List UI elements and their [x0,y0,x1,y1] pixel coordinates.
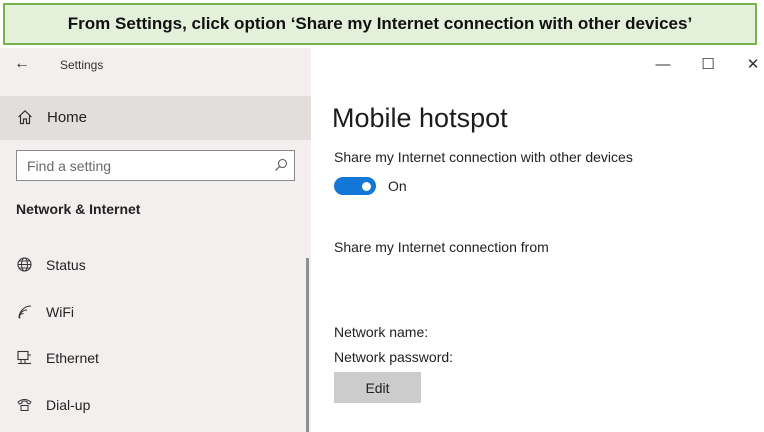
sidebar-item-ethernet[interactable]: Ethernet [0,339,305,379]
search-icon[interactable] [274,158,288,172]
sidebar-item-label: Ethernet [46,350,99,366]
edit-button[interactable]: Edit [334,372,421,403]
network-name-label: Network name: [334,324,429,340]
title-bar: ← Settings [0,48,311,82]
toggle-state-label: On [388,178,407,194]
sidebar-item-label: WiFi [46,304,74,320]
back-arrow-icon[interactable]: ← [14,55,30,73]
page-title: Mobile hotspot [332,103,508,133]
instruction-text: From Settings, click option ‘Share my In… [67,14,693,33]
dialup-icon [17,399,32,411]
search-input[interactable] [27,157,267,175]
toggle-knob [362,182,371,191]
share-connection-label: Share my Internet connection with other … [334,149,633,165]
sidebar-item-status[interactable]: Status [0,246,305,286]
sidebar-item-label: Status [46,257,86,273]
sidebar-item-home[interactable]: Home [0,96,311,140]
maximize-icon[interactable]: ☐ [698,56,718,74]
sidebar-item-dial-up[interactable]: Dial-up [0,386,305,426]
sidebar-scrollbar[interactable] [306,258,309,432]
settings-sidebar: ← Settings Home Network & Internet Statu… [0,48,311,432]
section-title: Network & Internet [16,201,141,217]
main-content: — ☐ ✕ Mobile hotspot Share my Internet c… [311,48,764,432]
ethernet-icon [17,350,31,365]
minimize-icon[interactable]: — [653,56,673,74]
close-icon[interactable]: ✕ [743,56,763,74]
share-connection-toggle[interactable] [334,177,376,195]
globe-icon [17,257,32,272]
share-from-label: Share my Internet connection from [334,239,549,255]
instruction-banner: From Settings, click option ‘Share my In… [3,3,757,45]
window-title: Settings [60,58,104,72]
network-password-label: Network password: [334,349,454,365]
sidebar-item-wifi[interactable]: WiFi [0,293,305,333]
sidebar-item-label: Dial-up [46,397,91,413]
home-icon [18,109,32,125]
search-box[interactable] [16,150,295,181]
wifi-icon [18,305,32,319]
sidebar-item-label: Home [47,109,88,126]
